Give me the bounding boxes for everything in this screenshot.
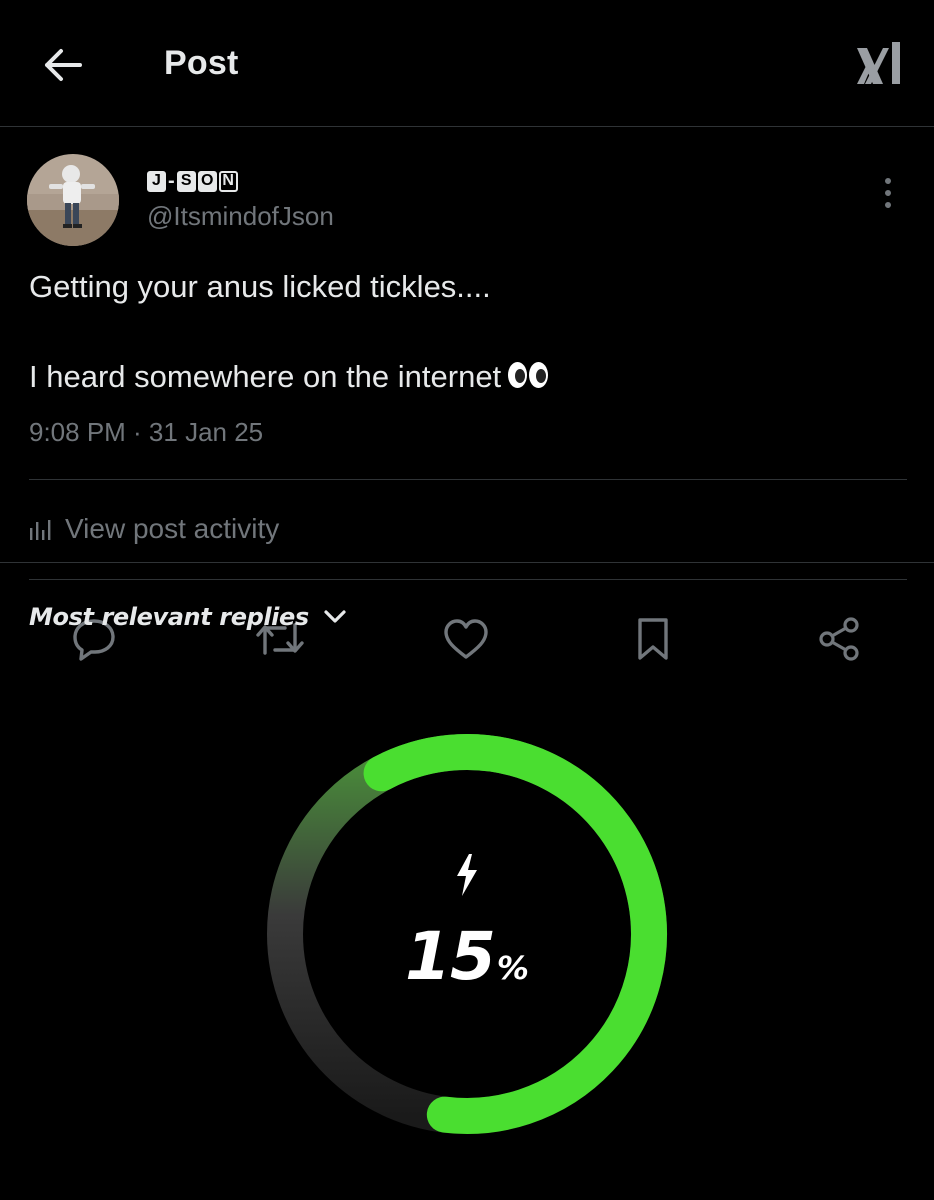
heart-icon [444, 619, 488, 659]
share-button[interactable] [813, 614, 865, 664]
share-icon [819, 617, 859, 661]
like-button[interactable] [440, 614, 492, 664]
view-post-activity-label: View post activity [65, 513, 280, 544]
back-button[interactable] [40, 42, 86, 88]
display-name-letter: O [197, 170, 217, 192]
lightning-bolt-icon [457, 854, 477, 896]
post-text-line-2: I heard somewhere on the internet [29, 359, 549, 397]
display-name-letter: S [176, 170, 196, 192]
bookmark-icon [638, 618, 668, 660]
more-options-button[interactable] [868, 173, 908, 213]
view-post-activity-link[interactable]: View post activity [29, 513, 279, 545]
battery-percent-number: 15 [405, 918, 496, 995]
author-handle[interactable]: @ItsmindofJson [147, 201, 334, 232]
arrow-left-icon [45, 49, 82, 81]
bar-chart-icon [30, 520, 51, 540]
more-vertical-icon [885, 178, 891, 208]
post-timestamp[interactable]: 9:08 PM · 31 Jan 25 [29, 417, 263, 448]
display-name-dash: - [168, 169, 175, 192]
page-title: Post [164, 44, 239, 82]
avatar[interactable] [27, 154, 119, 246]
divider [29, 579, 907, 580]
post-text-line-2-content: I heard somewhere on the internet [29, 359, 502, 394]
xai-logo-icon[interactable] [854, 38, 904, 88]
chevron-down-icon [324, 610, 346, 623]
divider [29, 479, 907, 480]
display-name-letter: J [147, 170, 166, 192]
top-bar: Post [0, 0, 934, 127]
eyes-emoji [507, 361, 549, 397]
replies-sort-dropdown[interactable]: Most relevant replies [29, 603, 347, 631]
bookmark-button[interactable] [627, 614, 679, 664]
divider [0, 562, 934, 563]
battery-percent-unit: % [496, 949, 529, 987]
replies-sort-label: Most relevant replies [29, 603, 309, 631]
battery-percent: 15% [266, 918, 668, 995]
author-display-name[interactable]: J - S O N [147, 169, 240, 193]
display-name-letter: N [218, 170, 238, 192]
post-text-line-1: Getting your anus licked tickles.... [29, 269, 491, 304]
